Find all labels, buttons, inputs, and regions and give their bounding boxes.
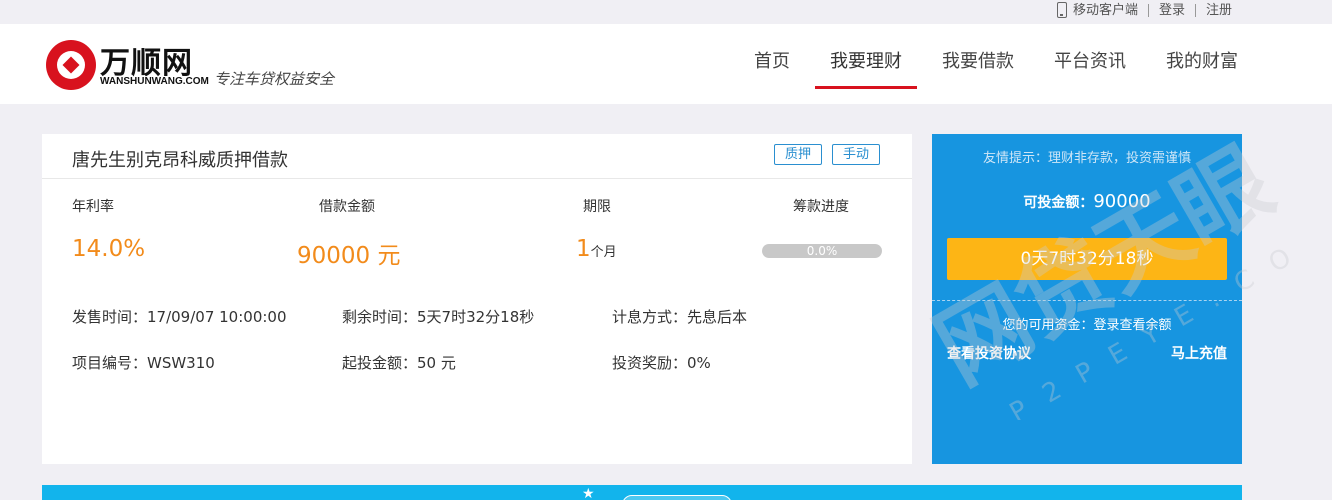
term-unit: 个月 (590, 245, 617, 260)
recharge-link[interactable]: 马上充值 (1171, 343, 1227, 363)
remaining-time: 剩余时间：5天7时32分18秒 (342, 308, 535, 326)
manual-tag: 手动 (832, 144, 881, 165)
risk-tip: 友情提示：理财非存款，投资需谨慎 (982, 151, 1191, 166)
divider (932, 300, 1242, 301)
min-invest-amount: 起投金额：50 元 (342, 354, 456, 372)
bottom-banner[interactable]: ★ (42, 485, 1242, 500)
sale-time: 发售时间：17/09/07 10:00:00 (72, 308, 287, 326)
nav-news[interactable]: 平台资讯 (1054, 24, 1126, 104)
top-bar: 移动客户端 登录 注册 (0, 0, 1332, 24)
banner-pill (622, 495, 732, 500)
view-agreement-link[interactable]: 查看投资协议 (947, 343, 1031, 363)
nav-borrow[interactable]: 我要借款 (942, 24, 1014, 104)
mobile-client-link[interactable]: 移动客户端 (1047, 2, 1148, 18)
logo-mark-icon (46, 40, 96, 90)
logo-domain: WANSHUNWANG.COM (100, 76, 209, 87)
rate-value: 14.0% (72, 236, 146, 262)
interest-method: 计息方式：先息后本 (612, 308, 748, 326)
investable-value: 90000 (1093, 191, 1151, 212)
invest-reward: 投资奖励：0% (612, 354, 711, 372)
logo-slogan: 专注车贷权益安全 (214, 70, 335, 88)
investable-label: 可投金额： (1023, 195, 1094, 211)
term-label: 期限 (583, 199, 611, 215)
progress-text: 0.0% (806, 244, 838, 258)
countdown-button[interactable]: 0天7时32分18秒 (947, 238, 1227, 280)
rate-label: 年利率 (72, 199, 114, 215)
pledge-tag: 质押 (774, 144, 823, 165)
top-links: 移动客户端 登录 注册 (1047, 0, 1242, 20)
register-link[interactable]: 注册 (1194, 3, 1242, 17)
nav-home[interactable]: 首页 (754, 24, 790, 104)
amount-label: 借款金额 (319, 199, 375, 215)
term-number: 1 (576, 236, 591, 262)
amount-value: 90000 元 (297, 243, 401, 269)
progress-label: 筹款进度 (793, 199, 849, 215)
investable-amount: 可投金额：90000 (932, 191, 1242, 212)
loan-title: 唐先生别克昂科威质押借款 (72, 150, 288, 171)
login-link[interactable]: 登录 (1147, 3, 1195, 17)
term-value: 1个月 (576, 236, 617, 262)
header: 万顺网 WANSHUNWANG.COM 专注车贷权益安全 首页 我要理财 我要借… (0, 24, 1332, 104)
invest-panel: 友情提示：理财非存款，投资需谨慎 可投金额：90000 0天7时32分18秒 您… (932, 134, 1242, 464)
mobile-client-label: 移动客户端 (1072, 2, 1138, 18)
main-nav: 首页 我要理财 我要借款 平台资讯 我的财富 (714, 24, 1238, 104)
available-balance[interactable]: 您的可用资金：登录查看余额 (932, 314, 1242, 333)
nav-my-wealth[interactable]: 我的财富 (1166, 24, 1238, 104)
star-icon: ★ (582, 486, 595, 500)
site-logo[interactable]: 万顺网 WANSHUNWANG.COM 专注车贷权益安全 (44, 38, 354, 98)
phone-icon (1056, 2, 1067, 18)
project-number: 项目编号：WSW310 (72, 354, 215, 372)
nav-invest[interactable]: 我要理财 (815, 24, 917, 104)
funding-progress-bar: 0.0% (762, 244, 882, 258)
loan-detail-card: 唐先生别克昂科威质押借款 质押 手动 年利率 借款金额 期限 筹款进度 14.0… (42, 134, 912, 464)
loan-header: 唐先生别克昂科威质押借款 质押 手动 (42, 134, 912, 179)
